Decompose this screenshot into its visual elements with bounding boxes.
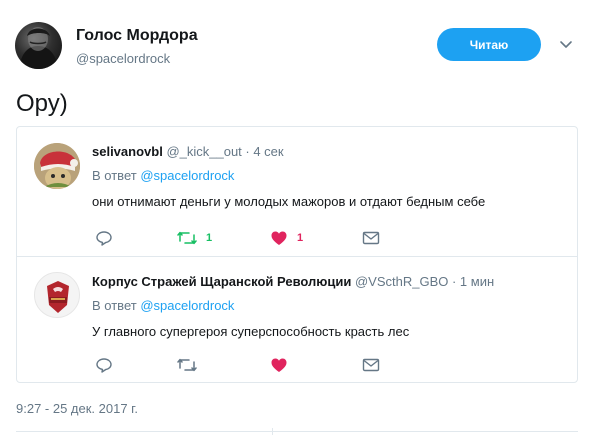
divider <box>272 428 273 435</box>
reply-context: В ответ @spacelordrock <box>92 168 234 183</box>
reply-text: они отнимают деньги у молодых мажоров и … <box>92 194 486 209</box>
envelope-icon <box>362 358 380 372</box>
author-name[interactable]: Голос Мордора <box>76 27 198 45</box>
heart-icon <box>271 231 287 245</box>
retweet-button[interactable]: 1 <box>177 228 212 248</box>
reply-header: Корпус Стражей Щаранской Революции @VSct… <box>92 274 494 289</box>
reply-item[interactable]: Корпус Стражей Щаранской Революции @VSct… <box>17 256 577 382</box>
retweet-icon <box>177 358 197 372</box>
reply-to-prefix: В ответ <box>92 168 141 183</box>
reply-icon <box>96 358 112 373</box>
reply-author-meta[interactable]: @_kick__out · 4 сек <box>166 144 283 159</box>
heart-icon <box>271 358 287 372</box>
tweet-timestamp[interactable]: 9:27 - 25 дек. 2017 г. <box>16 401 138 416</box>
reply-text: У главного супергероя суперспособность к… <box>92 324 410 339</box>
reply-author-name[interactable]: selivanovbl <box>92 144 163 159</box>
reply-item[interactable]: selivanovbl @_kick__out · 4 сек В ответ … <box>17 127 577 256</box>
reply-to-mention[interactable]: @spacelordrock <box>140 298 234 313</box>
author-handle[interactable]: @spacelordrock <box>76 51 170 66</box>
reply-context: В ответ @spacelordrock <box>92 298 234 313</box>
retweet-icon <box>177 231 197 245</box>
like-button[interactable] <box>270 355 297 375</box>
reply-button[interactable] <box>95 355 113 375</box>
reply-author-name[interactable]: Корпус Стражей Щаранской Революции <box>92 274 351 289</box>
reply-button[interactable] <box>95 228 113 248</box>
reply-avatar[interactable] <box>34 272 80 318</box>
reply-header: selivanovbl @_kick__out · 4 сек <box>92 144 284 159</box>
direct-message-button[interactable] <box>362 228 380 248</box>
author-avatar-image <box>19 27 58 69</box>
like-button[interactable]: 1 <box>270 228 303 248</box>
reply-to-mention[interactable]: @spacelordrock <box>140 168 234 183</box>
like-count: 1 <box>297 232 304 244</box>
reply-avatar[interactable] <box>34 143 80 189</box>
divider <box>16 431 578 432</box>
follow-button[interactable]: Читаю <box>437 28 541 61</box>
reply-actions <box>95 355 395 375</box>
reply-avatar-image <box>34 143 80 189</box>
reply-icon <box>96 231 112 246</box>
reply-to-prefix: В ответ <box>92 298 141 313</box>
tweet-text: Ору) <box>16 90 68 117</box>
reply-actions: 1 1 <box>95 228 395 248</box>
envelope-icon <box>362 231 380 245</box>
replies-container: selivanovbl @_kick__out · 4 сек В ответ … <box>16 126 578 383</box>
direct-message-button[interactable] <box>362 355 380 375</box>
retweet-count: 1 <box>206 232 213 244</box>
author-avatar[interactable] <box>15 22 62 69</box>
chevron-down-icon[interactable] <box>558 36 574 52</box>
reply-author-meta[interactable]: @VScthR_GBO · 1 мин <box>355 274 494 289</box>
reply-avatar-image <box>35 273 79 317</box>
retweet-button[interactable] <box>177 355 206 375</box>
